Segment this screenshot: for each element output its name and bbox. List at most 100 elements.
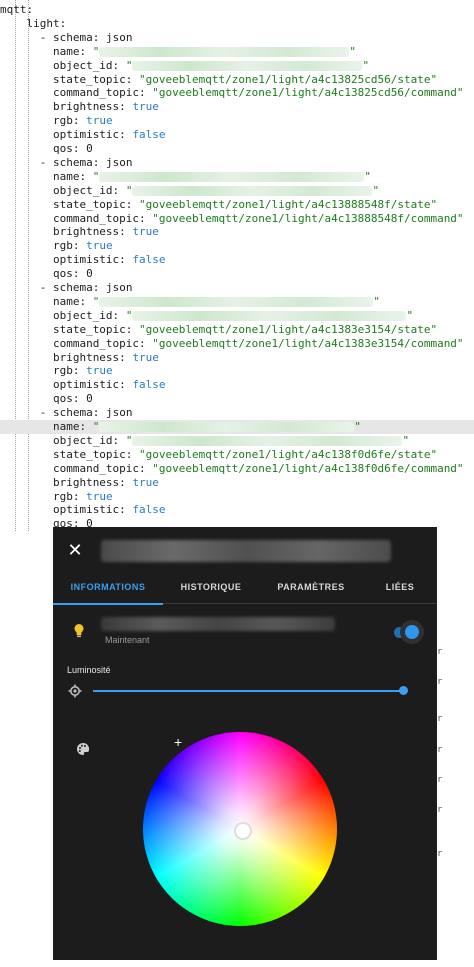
code-line: optimistic: false — [0, 128, 166, 142]
yaml-value: "goveeblemqtt/zone1/light/a4c13888548f/s… — [139, 197, 438, 211]
yaml-editor[interactable]: mqtt: light: - schema: json name: " " object_… — [0, 0, 474, 532]
add-favorite-color-icon[interactable]: + — [174, 735, 182, 749]
yaml-key: schema: — [52, 30, 106, 44]
yaml-value: false — [132, 253, 166, 267]
yaml-value: true — [86, 364, 113, 378]
yaml-key: name: — [52, 294, 93, 308]
yaml-value: "goveeblemqtt/zone1/light/a4c1383e3154/s… — [139, 322, 438, 336]
yaml-key: brightness: — [52, 350, 133, 364]
yaml-value: json — [105, 406, 133, 420]
yaml-key: command_topic: — [52, 461, 153, 475]
yaml-value: " — [92, 294, 100, 308]
yaml-value: " — [92, 44, 100, 58]
code-line: mqtt: — [0, 3, 33, 17]
code-line: object_id: " " — [52, 183, 380, 197]
code-line: rgb: true — [0, 239, 113, 253]
code-line: qos: 0 — [0, 142, 93, 156]
yaml-key: object_id: — [52, 433, 126, 447]
yaml-key: name: — [52, 169, 93, 183]
tab-parametres[interactable]: PARAMÈTRES — [259, 577, 363, 603]
code-line: optimistic: false — [0, 503, 166, 517]
yaml-value: false — [132, 503, 166, 517]
yaml-value: true — [86, 239, 113, 253]
yaml-key: optimistic: — [52, 378, 133, 392]
yaml-value: json — [105, 30, 133, 44]
code-line: optimistic: false — [0, 378, 166, 392]
brightness-slider[interactable] — [93, 686, 409, 696]
yaml-value: "goveeblemqtt/zone1/light/a4c138f0d6fe/c… — [152, 461, 464, 475]
redacted-value — [99, 422, 355, 432]
redacted-value — [132, 310, 407, 321]
yaml-key: qos: — [52, 392, 87, 406]
yaml-value: json — [105, 281, 133, 294]
dialog-title-redacted — [101, 540, 391, 562]
redacted-value — [132, 60, 363, 71]
code-line: brightness: true — [0, 100, 159, 114]
yaml-key: command_topic: — [52, 86, 153, 100]
yaml-key: rgb: — [52, 114, 87, 128]
code-line: rgb: true — [0, 114, 113, 128]
tab-historique[interactable]: HISTORIQUE — [163, 577, 259, 603]
yaml-key: optimistic: — [52, 503, 133, 517]
yaml-key: object_id: — [52, 58, 126, 72]
yaml-key: mqtt: — [0, 3, 34, 16]
yaml-key: rgb: — [52, 239, 87, 253]
light-toggle[interactable] — [392, 620, 426, 644]
entity-name-redacted — [101, 617, 335, 631]
dialog-header: ✕ — [53, 527, 437, 577]
close-icon[interactable]: ✕ — [67, 541, 83, 559]
yaml-value: " — [125, 433, 133, 447]
yaml-key: name: — [52, 420, 93, 433]
yaml-key: schema: — [52, 281, 106, 294]
yaml-value: false — [132, 128, 166, 142]
yaml-value: true — [86, 489, 113, 503]
last-changed-label: Maintenant — [105, 635, 150, 645]
yaml-key: schema: — [52, 155, 106, 169]
background-editor-edge: rrr rrr r — [437, 527, 474, 960]
tab-liees[interactable]: LIÉES — [363, 577, 437, 603]
yaml-key: name: — [52, 44, 93, 58]
yaml-key: state_topic: — [52, 72, 140, 86]
code-line: rgb: true — [0, 364, 113, 378]
yaml-value: 0 — [86, 142, 93, 155]
yaml-key: command_topic: — [52, 336, 153, 350]
light-more-info-dialog: ✕ INFORMATIONS HISTORIQUE PARAMÈTRES LIÉ… — [53, 527, 437, 960]
tab-informations[interactable]: INFORMATIONS — [53, 577, 163, 605]
brightness-slider-thumb[interactable] — [399, 686, 408, 695]
yaml-value: true — [132, 100, 159, 114]
code-line: name: " " — [0, 420, 474, 434]
yaml-key: object_id: — [52, 183, 126, 197]
code-line: command_topic: "goveeblemqtt/zone1/light… — [0, 86, 464, 100]
code-line: command_topic: "goveeblemqtt/zone1/light… — [0, 337, 464, 351]
yaml-key: optimistic: — [52, 253, 133, 267]
yaml-value: true — [132, 475, 159, 489]
code-line: - schema: json — [39, 155, 133, 169]
brightness-slider-track — [93, 690, 403, 692]
redacted-value — [99, 296, 374, 307]
yaml-value: "goveeblemqtt/zone1/light/a4c13825cd56/c… — [152, 86, 464, 100]
code-line: - schema: json — [39, 406, 133, 420]
yaml-value: " — [125, 183, 133, 197]
redacted-value — [132, 435, 403, 446]
palette-icon — [77, 742, 90, 755]
code-line: state_topic: "goveeblemqtt/zone1/light/a… — [0, 198, 437, 212]
redacted-value — [99, 46, 350, 57]
yaml-value: " — [125, 58, 133, 72]
yaml-value: 0 — [86, 392, 93, 406]
dialog-tabs: INFORMATIONS HISTORIQUE PARAMÈTRES LIÉES — [53, 577, 437, 605]
code-line: brightness: true — [0, 476, 159, 490]
yaml-key: rgb: — [52, 489, 87, 503]
yaml-key: qos: — [52, 142, 87, 155]
color-wheel-handle[interactable] — [234, 822, 252, 840]
yaml-key: state_topic: — [52, 197, 140, 211]
lightbulb-icon — [74, 624, 84, 638]
code-line: name: " " — [52, 294, 380, 308]
code-line: name: " " — [52, 44, 356, 58]
code-line: object_id: " " — [52, 433, 410, 447]
code-line: command_topic: "goveeblemqtt/zone1/light… — [0, 212, 464, 226]
code-line: object_id: " " — [52, 308, 414, 322]
yaml-key: command_topic: — [52, 211, 153, 225]
code-line: state_topic: "goveeblemqtt/zone1/light/a… — [0, 323, 437, 337]
code-line: rgb: true — [0, 490, 113, 504]
yaml-value: true — [132, 350, 159, 364]
